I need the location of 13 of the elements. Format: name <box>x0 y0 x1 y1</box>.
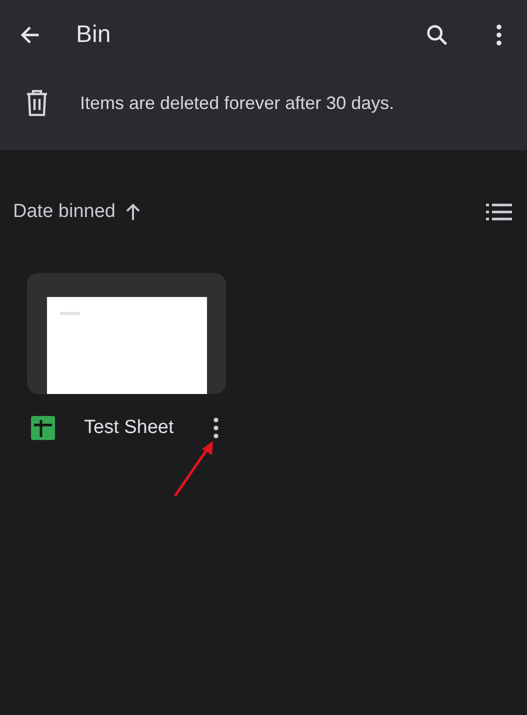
more-vertical-icon <box>495 23 503 47</box>
trash-icon <box>26 90 48 116</box>
page-title: Bin <box>76 21 112 49</box>
annotation-arrow <box>172 440 216 498</box>
file-thumbnail[interactable] <box>27 273 226 394</box>
sort-button[interactable]: Date binned <box>13 201 142 223</box>
notice-text: Items are deleted forever after 30 days. <box>80 92 394 114</box>
list-icon <box>486 203 512 221</box>
file-name: Test Sheet <box>84 417 175 439</box>
search-icon <box>424 22 450 48</box>
arrow-up-icon <box>125 203 142 221</box>
spreadsheet-icon <box>31 416 55 440</box>
more-vertical-icon <box>212 416 220 440</box>
